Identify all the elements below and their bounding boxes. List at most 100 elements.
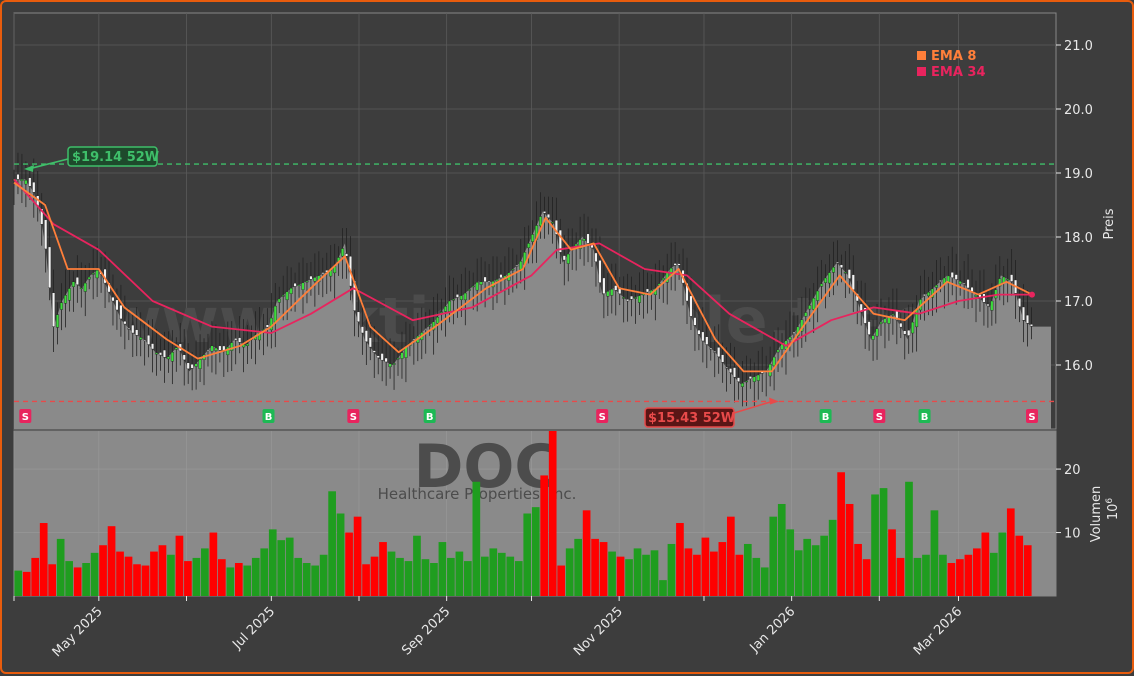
candle-body — [602, 277, 606, 294]
candle-body — [119, 304, 123, 320]
volume-bar — [514, 561, 523, 596]
candle-body — [162, 349, 166, 358]
candle-body — [938, 280, 942, 282]
candle-body — [155, 352, 159, 355]
volume-bar — [31, 557, 40, 596]
candle-body — [143, 339, 147, 341]
candle-body — [341, 248, 345, 257]
candle-body — [75, 277, 79, 285]
candle-body — [467, 289, 471, 291]
volume-bar — [277, 540, 286, 596]
volume-bar — [218, 559, 226, 596]
volume-bar — [913, 557, 922, 596]
volume-bar — [175, 535, 184, 596]
volume-bar — [939, 554, 947, 596]
price-tick-label: 20.0 — [1064, 103, 1093, 118]
candle-body — [198, 359, 202, 369]
volume-bar — [336, 513, 345, 596]
volume-bar — [591, 538, 599, 596]
volume-bar — [905, 481, 913, 596]
volume-bar — [430, 563, 438, 596]
volume-bar — [39, 523, 48, 596]
volume-bar — [574, 538, 582, 596]
candle-body — [444, 306, 448, 312]
volume-tick-label: 20 — [1064, 463, 1081, 478]
candle-body — [190, 364, 194, 369]
candle-body — [515, 265, 519, 267]
candle-body — [974, 294, 978, 297]
volume-bar — [888, 529, 896, 596]
candle-body — [186, 362, 190, 370]
candle-body — [598, 260, 602, 283]
volume-bar — [930, 510, 939, 596]
candle-body — [610, 288, 614, 296]
volume-bar — [684, 548, 693, 596]
candle-body — [483, 276, 487, 283]
volume-bar — [328, 491, 336, 596]
candle-body — [206, 349, 210, 351]
candle-body — [729, 368, 733, 373]
candle-body — [487, 280, 491, 282]
volume-bar — [192, 557, 201, 596]
candle-body — [388, 363, 392, 368]
candle-body — [396, 357, 400, 360]
date-tick-label: Jan 2026 — [747, 604, 799, 656]
volume-bar — [141, 565, 150, 596]
volume-bar — [608, 551, 616, 596]
candle-body — [966, 279, 970, 289]
date-tick-label: Sep 2025 — [399, 604, 453, 658]
candle-body — [776, 349, 780, 353]
signal-label: B — [426, 412, 434, 423]
candle-body — [301, 282, 305, 290]
candle-body — [586, 233, 590, 244]
volume-bar — [1015, 535, 1024, 596]
candle-body — [693, 317, 697, 326]
volume-bar — [540, 475, 549, 596]
volume-bar — [845, 503, 854, 596]
volume-bar — [421, 559, 430, 596]
candle-body — [305, 280, 309, 283]
candle-body — [234, 338, 238, 341]
volume-bar — [107, 526, 116, 596]
volume-bar — [184, 561, 192, 596]
volume-bar — [150, 551, 158, 596]
chart-svg: www.aktiensignale.trade DOC Healthcare P… — [12, 12, 1121, 660]
candle-body — [182, 354, 186, 361]
candle-body — [911, 321, 915, 334]
candle-body — [883, 318, 887, 324]
volume-bar — [99, 545, 107, 596]
candle-body — [871, 335, 875, 340]
candle-body — [907, 329, 911, 336]
candle-body — [748, 376, 752, 379]
candle-body — [380, 353, 384, 361]
volume-bar — [472, 481, 481, 596]
candle-body — [71, 281, 75, 287]
volume-bar — [820, 535, 828, 596]
volume-bar — [22, 571, 31, 596]
volume-bar — [659, 580, 667, 596]
candle-body — [123, 321, 127, 325]
volume-bar — [693, 554, 701, 596]
candle-body — [60, 302, 64, 310]
candle-body — [309, 275, 313, 280]
candle-body — [851, 274, 855, 291]
candle-body — [166, 356, 170, 360]
volume-bar — [133, 564, 141, 596]
volume-bar — [311, 565, 319, 596]
signal-label: S — [1028, 412, 1035, 423]
candle-body — [744, 380, 748, 383]
volume-bar — [438, 542, 447, 596]
volume-bar — [777, 503, 786, 596]
candle-body — [48, 246, 52, 288]
volume-bar — [718, 542, 727, 596]
candle-body — [546, 213, 550, 218]
volume-bar — [268, 529, 277, 596]
volume-bar — [811, 545, 820, 596]
candle-body — [471, 285, 475, 288]
candle-body — [313, 277, 317, 282]
volume-bar — [599, 542, 608, 596]
legend-swatch-ema34 — [917, 67, 926, 76]
signal-label: S — [22, 412, 29, 423]
candle-body — [475, 282, 479, 291]
volume-bar — [947, 563, 956, 596]
